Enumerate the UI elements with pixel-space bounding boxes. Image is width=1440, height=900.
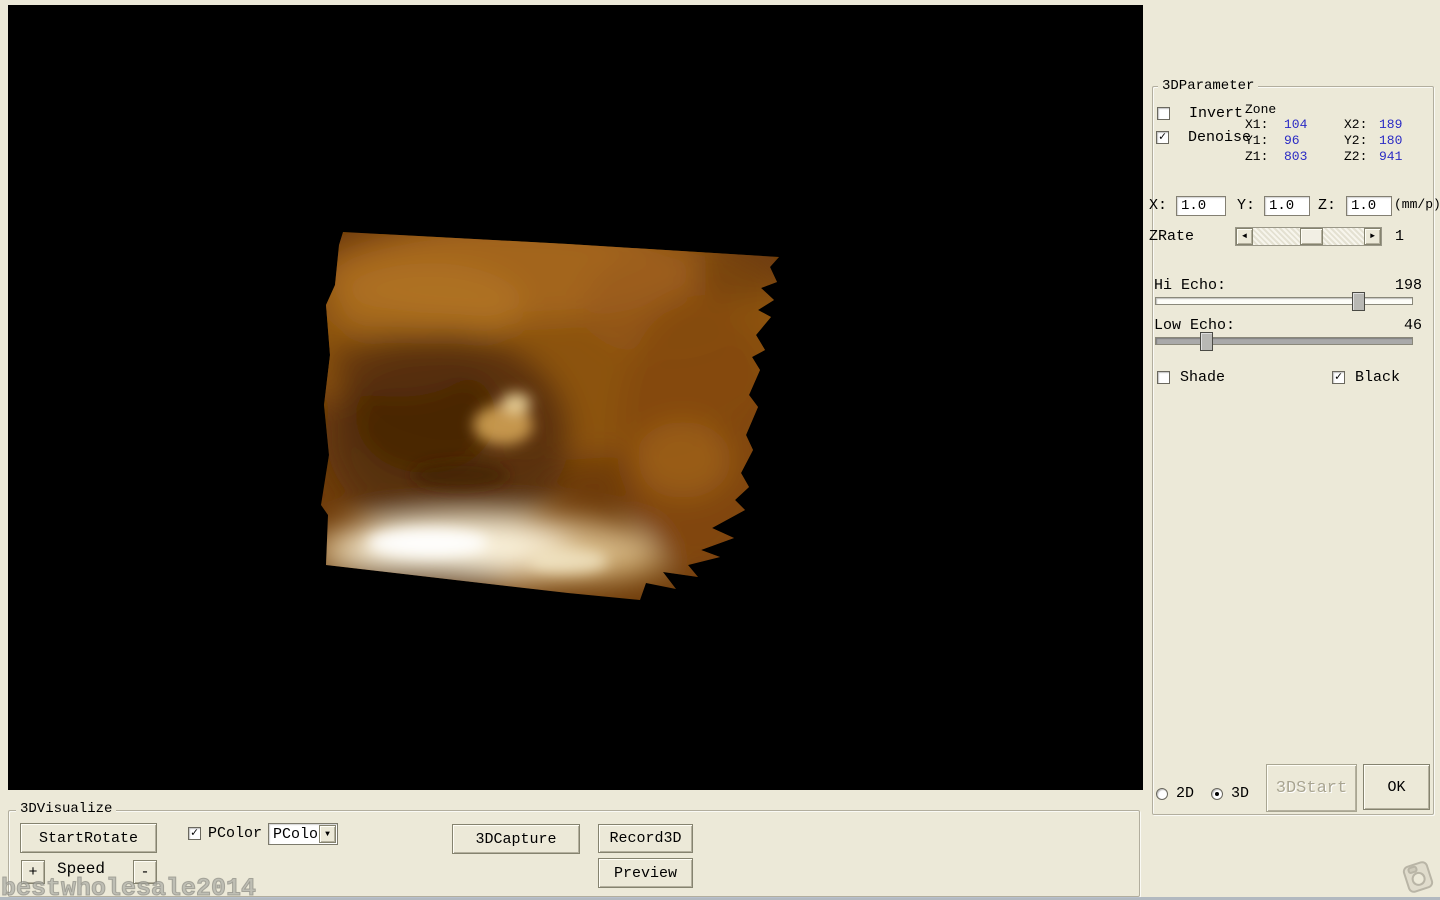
hi-echo-label: Hi Echo:: [1154, 277, 1227, 294]
zrate-scrollbar[interactable]: ◄ ►: [1235, 227, 1382, 246]
scale-y-input[interactable]: [1264, 196, 1310, 216]
mode-3d-radio[interactable]: [1211, 788, 1223, 800]
low-echo-track[interactable]: [1155, 337, 1413, 345]
ok-button[interactable]: OK: [1363, 764, 1430, 810]
zone-y2-value: 180: [1379, 133, 1403, 148]
low-echo-label: Low Echo:: [1154, 317, 1236, 334]
check-icon: ✓: [1158, 130, 1167, 144]
zrate-thumb[interactable]: [1300, 228, 1323, 245]
zone-z1-label: Z1:: [1245, 149, 1269, 164]
low-echo-value: 46: [1403, 317, 1422, 334]
check-icon: ✓: [1334, 370, 1343, 384]
denoise-label: Denoise: [1188, 129, 1252, 146]
scale-z-label: Z:: [1318, 197, 1337, 214]
pcolor-checkbox[interactable]: ✓: [188, 827, 201, 840]
record-3d-button[interactable]: Record3D: [598, 824, 693, 853]
scale-x-input[interactable]: [1176, 196, 1226, 216]
mode-2d-radio[interactable]: [1156, 788, 1168, 800]
zrate-label: ZRate: [1149, 228, 1195, 245]
scale-y-label: Y:: [1237, 197, 1256, 214]
zone-y2-label: Y2:: [1344, 133, 1368, 148]
param-group-title: 3DParameter: [1158, 79, 1259, 94]
dropdown-arrow-icon[interactable]: ▼: [319, 825, 336, 843]
start3d-button[interactable]: 3DStart: [1266, 764, 1357, 812]
zone-x1-value: 104: [1284, 117, 1308, 132]
zone-y1-value: 96: [1284, 133, 1300, 148]
preview-button[interactable]: Preview: [598, 858, 693, 888]
application-window: 3DParameter Invert ✓ Denoise Zone X1: 10…: [0, 0, 1440, 900]
scale-z-input[interactable]: [1346, 196, 1392, 216]
mode-2d-label: 2D: [1176, 785, 1195, 802]
zone-z2-value: 941: [1379, 149, 1403, 164]
render-viewport[interactable]: [8, 5, 1143, 790]
pcolor-label: PColor: [208, 825, 263, 842]
mode-3d-label: 3D: [1231, 785, 1250, 802]
visualize-group-title: 3DVisualize: [16, 802, 117, 817]
check-icon: ✓: [190, 826, 199, 840]
hi-echo-value: 198: [1394, 277, 1422, 294]
zone-x2-label: X2:: [1344, 117, 1368, 132]
hi-echo-track[interactable]: [1155, 297, 1413, 305]
low-echo-thumb[interactable]: [1200, 332, 1213, 351]
hi-echo-thumb[interactable]: [1352, 292, 1365, 311]
invert-checkbox[interactable]: [1157, 107, 1170, 120]
black-checkbox[interactable]: ✓: [1332, 371, 1345, 384]
invert-label: Invert: [1189, 105, 1244, 122]
scale-unit-label: (mm/p): [1394, 197, 1440, 212]
start-rotate-button[interactable]: StartRotate: [20, 823, 157, 853]
shade-label: Shade: [1180, 369, 1226, 386]
zone-y1-label: Y1:: [1245, 133, 1269, 148]
zone-x2-value: 189: [1379, 117, 1403, 132]
denoise-checkbox[interactable]: ✓: [1156, 131, 1169, 144]
zrate-value: 1: [1395, 228, 1405, 245]
watermark-stamp-icon: [1402, 861, 1434, 893]
zone-title: Zone: [1245, 102, 1277, 117]
zone-x1-label: X1:: [1245, 117, 1269, 132]
black-label: Black: [1355, 369, 1401, 386]
scale-x-label: X:: [1149, 197, 1168, 214]
zone-z2-label: Z2:: [1344, 149, 1368, 164]
zrate-left-arrow-icon[interactable]: ◄: [1236, 228, 1253, 245]
watermark-text: bestwholesale2014: [0, 874, 257, 900]
zone-z1-value: 803: [1284, 149, 1308, 164]
capture-3d-button[interactable]: 3DCapture: [452, 824, 580, 854]
pcolor-dropdown[interactable]: PColor ▼: [268, 823, 338, 845]
zrate-right-arrow-icon[interactable]: ►: [1364, 228, 1381, 245]
ultrasound-3d-render: [321, 232, 779, 600]
shade-checkbox[interactable]: [1157, 371, 1170, 384]
